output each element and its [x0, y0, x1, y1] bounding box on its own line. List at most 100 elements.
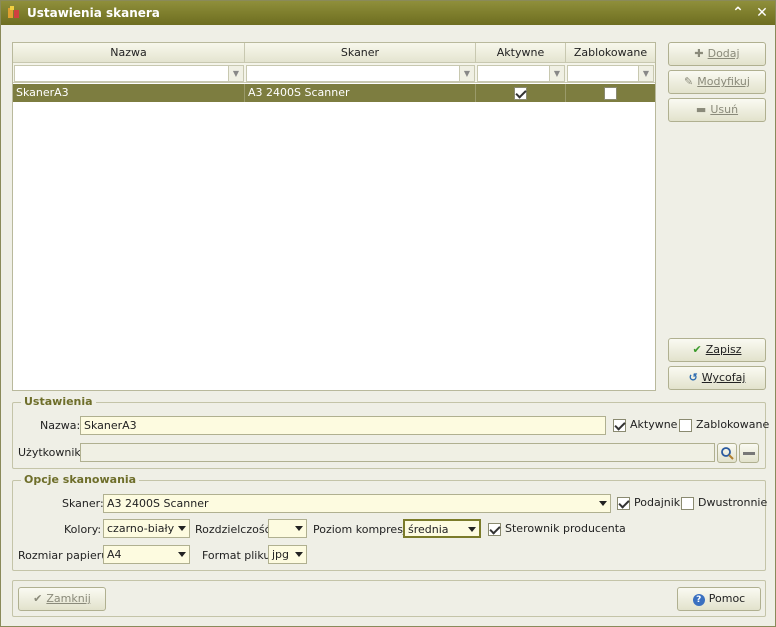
revert-button[interactable]: ↺ Wycofaj [668, 366, 766, 390]
colors-label: Kolory: [64, 523, 102, 536]
feeder-checkbox[interactable]: Podajnik [617, 496, 680, 510]
scanner-select[interactable]: A3 2400S Scanner [103, 494, 611, 513]
modify-button[interactable]: ✎ Modyfikuj [668, 70, 766, 94]
help-button-label: Pomoc [708, 592, 746, 605]
chevron-down-icon [468, 527, 476, 532]
delete-button-label: Usuń [710, 103, 739, 116]
scan-options-group-title: Opcje skanowania [21, 473, 140, 486]
minus-icon [743, 451, 755, 455]
filter-dropdown-icon[interactable]: ▼ [459, 66, 474, 81]
scan-options-group: Opcje skanowania Skaner: A3 2400S Scanne… [12, 473, 767, 571]
paper-size-select[interactable]: A4 [103, 545, 190, 564]
settings-group: Ustawienia Nazwa: SkanerA3 Aktywne Zablo… [12, 395, 769, 469]
name-field[interactable]: SkanerA3 [80, 416, 606, 435]
resolution-label: Rozdzielczość: [195, 523, 275, 536]
grid-header: Nazwa Skaner Aktywne Zablokowane [13, 43, 655, 63]
paper-size-label: Rozmiar papieru: [18, 549, 112, 562]
cell-active [476, 84, 566, 102]
chevron-down-icon [295, 552, 303, 557]
active-checkbox-label: Aktywne [630, 418, 678, 431]
scanner-settings-window: Ustawienia skanera ⌃ ✕ Nazwa Skaner Akty… [0, 0, 776, 627]
active-checkbox-cell[interactable] [514, 86, 527, 100]
file-format-select[interactable]: jpg [268, 545, 307, 564]
blocked-checkbox-box[interactable] [679, 418, 692, 432]
window-title: Ustawienia skanera [27, 6, 160, 20]
filter-dropdown-icon[interactable]: ▼ [549, 66, 564, 81]
column-header-name[interactable]: Nazwa [13, 43, 245, 63]
add-button-label: Dodaj [707, 47, 740, 60]
modify-button-label: Modyfikuj [697, 75, 750, 88]
user-label: Użytkownik: [18, 446, 85, 459]
feeder-checkbox-label: Podajnik [634, 496, 681, 509]
save-button-label: Zapisz [705, 343, 742, 356]
compression-select-value: średnia [408, 523, 449, 536]
filter-scanner[interactable]: ▼ [246, 65, 475, 82]
filter-name[interactable]: ▼ [14, 65, 244, 82]
chevron-down-icon [178, 526, 186, 531]
delete-button[interactable]: ▬ Usuń [668, 98, 766, 122]
scanner-select-value: A3 2400S Scanner [107, 497, 209, 510]
filter-blocked[interactable]: ▼ [567, 65, 654, 82]
resolution-select[interactable] [268, 519, 307, 538]
minimize-chevron-icon[interactable]: ⌃ [729, 4, 747, 22]
paper-size-select-value: A4 [107, 548, 122, 561]
checkmark-icon: ✔ [33, 592, 43, 605]
column-header-scanner[interactable]: Skaner [245, 43, 476, 63]
chevron-down-icon [295, 526, 303, 531]
active-checkbox[interactable]: Aktywne [613, 418, 677, 432]
help-button[interactable]: ? Pomoc [677, 587, 761, 611]
close-button-label: Zamknij [46, 592, 91, 605]
vendor-driver-checkbox-box[interactable] [488, 522, 501, 536]
title-bar: Ustawienia skanera ⌃ ✕ [1, 1, 775, 25]
user-field[interactable] [80, 443, 715, 462]
undo-icon: ↺ [688, 371, 698, 384]
duplex-checkbox[interactable]: Dwustronnie [681, 496, 767, 510]
cell-scanner: A3 2400S Scanner [245, 84, 476, 102]
save-button[interactable]: ✔ Zapisz [668, 338, 766, 362]
scanner-label: Skaner: [62, 497, 104, 510]
footer-bar: ✔ Zamknij ? Pomoc [12, 580, 766, 617]
close-button[interactable]: ✔ Zamknij [18, 587, 106, 611]
settings-group-title: Ustawienia [21, 395, 96, 408]
colors-select[interactable]: czarno-biały [103, 519, 190, 538]
search-icon [721, 447, 734, 460]
file-format-label: Format pliku: [202, 549, 275, 562]
filter-active[interactable]: ▼ [477, 65, 565, 82]
filter-dropdown-icon[interactable]: ▼ [638, 66, 653, 81]
vendor-driver-checkbox[interactable]: Sterownik producenta [488, 522, 626, 536]
checkmark-icon: ✔ [692, 343, 702, 356]
blocked-checkbox-cell[interactable] [604, 86, 617, 100]
close-window-icon[interactable]: ✕ [753, 4, 771, 22]
plus-icon: ✚ [694, 47, 704, 60]
blocked-checkbox[interactable]: Zablokowane [679, 418, 769, 432]
active-checkbox-box[interactable] [613, 418, 626, 432]
filter-dropdown-icon[interactable]: ▼ [228, 66, 243, 81]
colors-select-value: czarno-biały [107, 522, 175, 535]
file-format-select-value: jpg [272, 548, 290, 561]
cell-name: SkanerA3 [13, 84, 245, 102]
revert-button-label: Wycofaj [701, 371, 746, 384]
blocked-checkbox-label: Zablokowane [696, 418, 770, 431]
help-icon: ? [692, 594, 705, 606]
clear-user-button[interactable] [739, 443, 759, 463]
name-label: Nazwa: [40, 419, 81, 432]
column-header-blocked[interactable]: Zablokowane [566, 43, 655, 63]
edit-icon: ✎ [684, 75, 694, 88]
scanner-grid: Nazwa Skaner Aktywne Zablokowane ▼ ▼ ▼ ▼… [12, 42, 656, 391]
add-button[interactable]: ✚ Dodaj [668, 42, 766, 66]
column-header-active[interactable]: Aktywne [476, 43, 566, 63]
duplex-checkbox-box[interactable] [681, 496, 694, 510]
app-icon [8, 6, 19, 18]
compression-label: Poziom kompresji: [313, 523, 413, 536]
duplex-checkbox-label: Dwustronnie [698, 496, 768, 509]
minus-icon: ▬ [695, 103, 707, 116]
feeder-checkbox-box[interactable] [617, 496, 630, 510]
table-row[interactable]: SkanerA3 A3 2400S Scanner [13, 84, 655, 102]
vendor-driver-checkbox-label: Sterownik producenta [505, 522, 626, 535]
cell-blocked [566, 84, 655, 102]
compression-select[interactable]: średnia [403, 519, 481, 538]
filter-row: ▼ ▼ ▼ ▼ [13, 63, 655, 83]
chevron-down-icon [178, 552, 186, 557]
chevron-down-icon [599, 501, 607, 506]
search-user-button[interactable] [717, 443, 737, 463]
